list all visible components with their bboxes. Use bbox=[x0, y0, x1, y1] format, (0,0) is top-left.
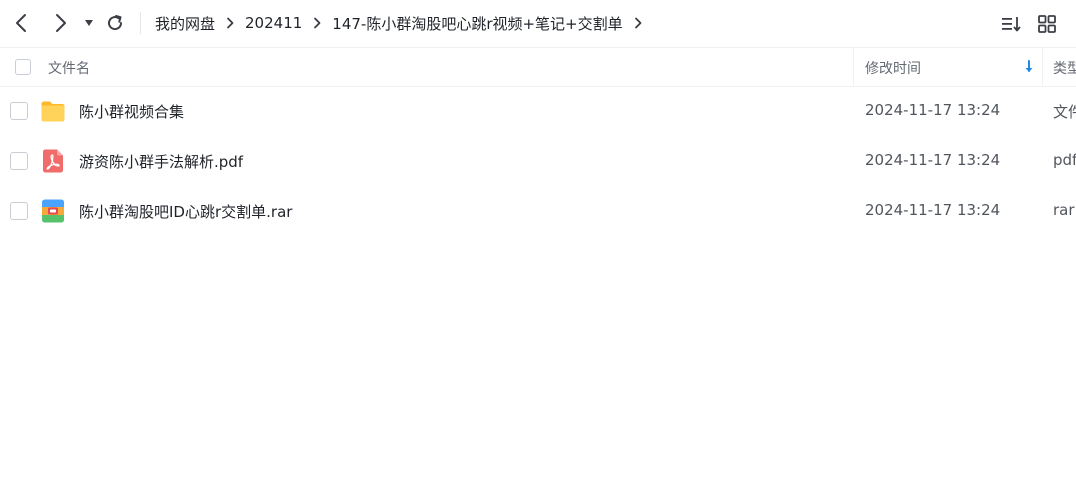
grid-view-icon bbox=[1038, 15, 1056, 33]
file-modified-time: 2024-11-17 13:24 bbox=[865, 101, 1001, 119]
breadcrumb: 我的网盘 202411 147-陈小群淘股吧心跳r视频+笔记+交割单 bbox=[155, 11, 653, 35]
select-all-checkbox[interactable] bbox=[15, 59, 31, 75]
breadcrumb-item-current-folder[interactable]: 147-陈小群淘股吧心跳r视频+笔记+交割单 bbox=[332, 13, 622, 34]
column-header-name[interactable]: 文件名 bbox=[48, 58, 90, 78]
breadcrumb-item-202411[interactable]: 202411 bbox=[245, 14, 302, 32]
file-name[interactable]: 游资陈小群手法解析.pdf bbox=[79, 151, 243, 172]
file-list-header: 文件名 修改时间 类型 bbox=[0, 47, 1076, 87]
back-button[interactable] bbox=[10, 11, 34, 35]
row-checkbox[interactable] bbox=[10, 152, 28, 170]
row-checkbox[interactable] bbox=[10, 202, 28, 220]
file-row[interactable]: 陈小群淘股吧ID心跳r交割单.rar 2024-11-17 13:24 rar bbox=[0, 186, 1076, 236]
column-header-type[interactable]: 类型 bbox=[1053, 58, 1076, 78]
file-modified-time: 2024-11-17 13:24 bbox=[865, 151, 1001, 169]
column-divider[interactable] bbox=[853, 48, 854, 86]
file-manager-window: 我的网盘 202411 147-陈小群淘股吧心跳r视频+笔记+交割单 文件名 修… bbox=[0, 0, 1076, 499]
file-type: 文件 bbox=[1053, 103, 1076, 121]
file-modified-time: 2024-11-17 13:24 bbox=[865, 201, 1001, 219]
sort-list-icon bbox=[1002, 17, 1021, 32]
breadcrumb-separator-icon bbox=[302, 11, 332, 35]
column-header-modified[interactable]: 修改时间 bbox=[865, 58, 921, 78]
chevron-left-icon bbox=[16, 14, 26, 32]
sort-descending-icon[interactable] bbox=[1022, 58, 1036, 76]
file-type: pdf bbox=[1053, 151, 1076, 169]
column-divider[interactable] bbox=[1042, 48, 1043, 86]
file-row[interactable]: 陈小群视频合集 2024-11-17 13:24 文件 bbox=[0, 86, 1076, 136]
chevron-right-icon bbox=[56, 14, 66, 32]
caret-down-icon bbox=[85, 20, 93, 26]
breadcrumb-expand-icon[interactable] bbox=[623, 11, 653, 35]
row-checkbox[interactable] bbox=[10, 102, 28, 120]
history-dropdown-button[interactable] bbox=[82, 15, 96, 31]
rar-archive-icon bbox=[40, 198, 66, 224]
sort-options-button[interactable] bbox=[1000, 13, 1022, 35]
breadcrumb-separator-icon bbox=[215, 11, 245, 35]
pdf-file-icon bbox=[40, 148, 66, 174]
folder-icon bbox=[40, 98, 66, 124]
file-name[interactable]: 陈小群淘股吧ID心跳r交割单.rar bbox=[79, 201, 292, 222]
breadcrumb-item-root[interactable]: 我的网盘 bbox=[155, 13, 215, 34]
file-row[interactable]: 游资陈小群手法解析.pdf 2024-11-17 13:24 pdf bbox=[0, 136, 1076, 186]
refresh-icon bbox=[108, 15, 123, 31]
forward-button[interactable] bbox=[48, 11, 72, 35]
file-type: rar bbox=[1053, 201, 1075, 219]
grid-view-button[interactable] bbox=[1036, 13, 1058, 35]
toolbar: 我的网盘 202411 147-陈小群淘股吧心跳r视频+笔记+交割单 bbox=[0, 0, 1076, 46]
refresh-button[interactable] bbox=[104, 12, 126, 34]
toolbar-divider bbox=[140, 12, 141, 34]
file-name[interactable]: 陈小群视频合集 bbox=[79, 101, 184, 122]
